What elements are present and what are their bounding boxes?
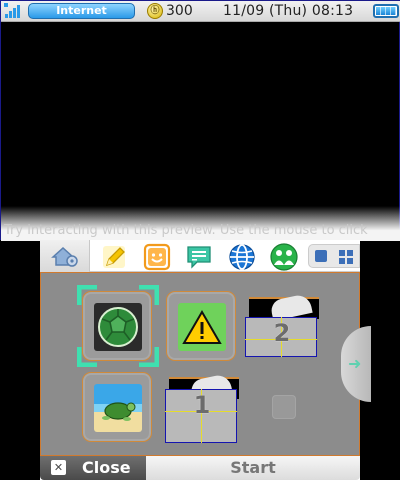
wifi-signal-icon: [4, 3, 20, 18]
screen: Internet ⓗ 300 11/09 (Thu) 08:13 Try int…: [0, 0, 400, 480]
play-coin-count: 300: [166, 3, 193, 19]
large-tiles-view-icon[interactable]: [338, 249, 354, 265]
preview-hint-text: Try interacting with this preview. Use t…: [4, 223, 368, 238]
folder-number: 1: [193, 391, 211, 419]
settings-house-icon: [51, 246, 78, 267]
folder-2[interactable]: 2: [245, 293, 319, 359]
battery-icon: [373, 4, 399, 18]
battery-stripes: [376, 7, 396, 15]
close-button[interactable]: ✕ Close: [40, 456, 146, 480]
bottom-screen: 2 1 ➜ ✕ Close Start: [40, 240, 371, 480]
close-icon: ✕: [51, 460, 66, 475]
friends-icon[interactable]: [268, 243, 300, 271]
view-toggle: [308, 244, 360, 268]
folder-number: 2: [273, 319, 291, 347]
app-tile-warning[interactable]: [166, 291, 236, 361]
connection-status-badge: Internet: [28, 3, 135, 19]
bottom-bar: ✕ Close Start: [40, 456, 360, 480]
app-grid: 2 1 ➜: [40, 272, 371, 456]
date-time: 11/09 (Thu) 08:13: [223, 3, 354, 19]
folder-1[interactable]: 1: [165, 373, 239, 443]
close-label: Close: [82, 458, 131, 477]
play-coin-icon: ⓗ: [147, 3, 163, 19]
start-label: Start: [230, 458, 276, 477]
smiley-icon[interactable]: [143, 243, 171, 271]
globe-icon[interactable]: [228, 243, 256, 271]
toolbar: [40, 240, 360, 272]
turtle-beach-icon: [94, 384, 142, 432]
arrow-right-icon: ➜: [348, 354, 362, 373]
scroll-right-button[interactable]: ➜: [341, 326, 371, 402]
status-bar: Internet ⓗ 300 11/09 (Thu) 08:13: [1, 1, 400, 22]
app-tile-turtle-beach[interactable]: [82, 372, 152, 442]
settings-tab[interactable]: [40, 240, 90, 272]
warning-triangle-icon: [178, 303, 226, 351]
speech-bubble-icon[interactable]: [185, 243, 213, 271]
selection-cursor: [77, 285, 159, 367]
empty-slot[interactable]: [272, 395, 296, 419]
pencil-icon[interactable]: [100, 243, 128, 271]
top-screen: Internet ⓗ 300 11/09 (Thu) 08:13 Try int…: [0, 0, 400, 241]
start-button[interactable]: Start: [146, 456, 360, 480]
small-tiles-view-icon[interactable]: [315, 250, 327, 262]
